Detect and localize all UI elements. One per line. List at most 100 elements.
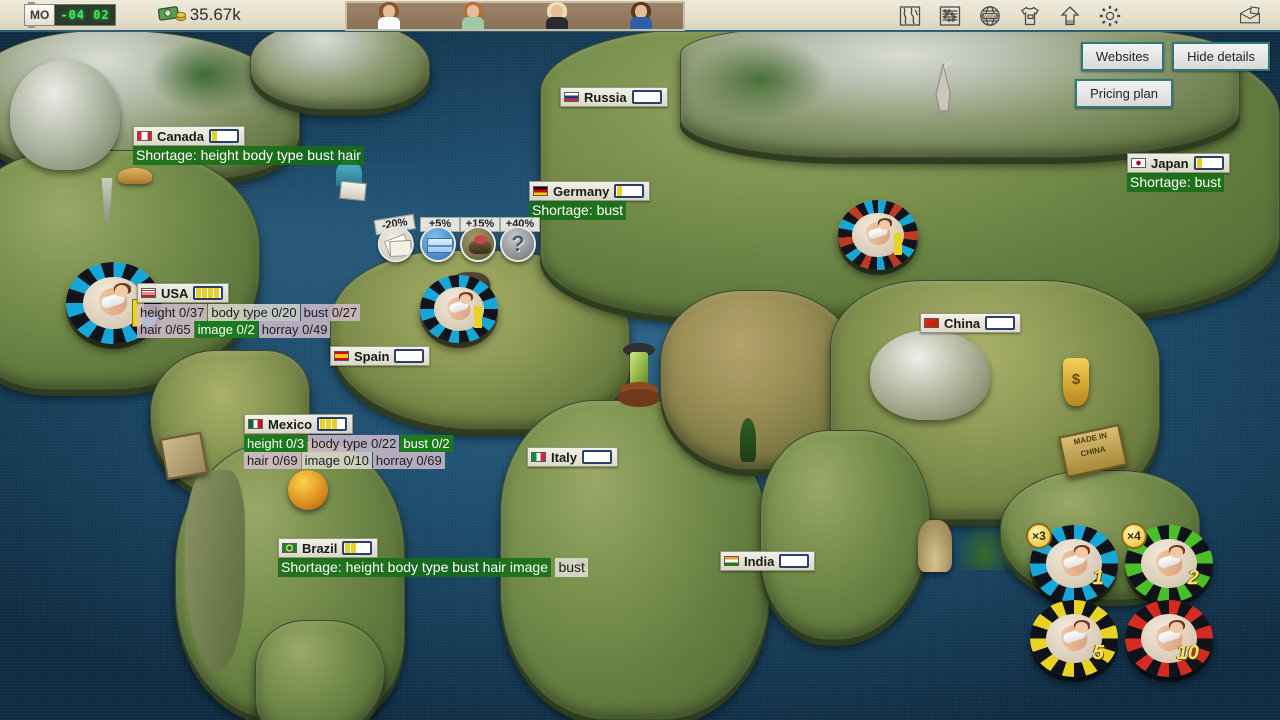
country-name: USA bbox=[161, 285, 189, 301]
country-header[interactable]: Spain bbox=[330, 346, 431, 366]
tray-chip-2[interactable]: 2 ×4 bbox=[1121, 523, 1213, 602]
stat-chip-hair: hair 0/65 bbox=[137, 321, 194, 338]
flag-mx-icon bbox=[248, 419, 263, 429]
progress-segment bbox=[351, 543, 357, 553]
shortage-prefix: Shortage: bbox=[1130, 174, 1191, 190]
tshirt-icon[interactable] bbox=[1018, 4, 1042, 28]
gold-dollar-icon: $ bbox=[1063, 358, 1089, 406]
portrait-outfit bbox=[546, 17, 568, 29]
upgrade-arrow-icon[interactable] bbox=[1058, 4, 1082, 28]
country-name: India bbox=[744, 553, 775, 569]
cash-display: 35.67k bbox=[157, 4, 241, 27]
progress-segment bbox=[653, 92, 658, 102]
demand-progress-bar bbox=[317, 417, 348, 431]
chip-value-marker bbox=[894, 232, 902, 255]
stat-chip-bust: bust 0/27 bbox=[300, 304, 361, 321]
shortage-item: height bbox=[345, 559, 384, 575]
country-germany[interactable]: Germany Shortage: bust bbox=[529, 181, 651, 220]
tray-chip-1[interactable]: 1 ×3 bbox=[1026, 523, 1118, 602]
country-name: Brazil bbox=[302, 540, 338, 556]
map-chip-stack[interactable] bbox=[420, 275, 498, 343]
progress-segment bbox=[635, 92, 640, 102]
progress-segment bbox=[800, 556, 805, 566]
country-header[interactable]: Brazil bbox=[278, 538, 379, 558]
country-china[interactable]: China bbox=[920, 313, 1022, 333]
progress-segment bbox=[1006, 318, 1011, 328]
demand-progress-bar bbox=[614, 184, 645, 198]
country-header[interactable]: USA bbox=[137, 283, 230, 303]
chip-multiplier-badge: ×4 bbox=[1121, 523, 1147, 549]
demand-progress-bar bbox=[1193, 156, 1224, 170]
progress-segment bbox=[1215, 158, 1220, 168]
country-header[interactable]: Russia bbox=[560, 87, 668, 107]
progress-segment bbox=[415, 351, 420, 361]
poker-chip-europe[interactable] bbox=[420, 275, 498, 343]
country-japan[interactable]: Japan Shortage: bust bbox=[1127, 153, 1230, 192]
stat-chip-hair: hair 0/69 bbox=[244, 452, 301, 469]
progress-segment bbox=[603, 452, 608, 462]
abacus-icon[interactable] bbox=[938, 4, 962, 28]
country-italy[interactable]: Italy bbox=[527, 447, 619, 467]
country-spain[interactable]: Spain bbox=[330, 346, 431, 366]
portrait-outfit bbox=[462, 17, 484, 29]
progress-segment bbox=[397, 351, 402, 361]
poker-chip-asia[interactable] bbox=[838, 200, 918, 270]
country-header[interactable]: Canada bbox=[133, 126, 245, 146]
model-portrait-bar[interactable] bbox=[345, 1, 685, 31]
model-2[interactable] bbox=[456, 1, 490, 29]
pricing-plan-button[interactable]: Pricing plan bbox=[1075, 79, 1173, 108]
model-4[interactable] bbox=[624, 1, 658, 29]
country-name: Spain bbox=[354, 348, 390, 364]
month-clock[interactable]: MO -04 02 bbox=[24, 2, 116, 28]
flag-cn-icon bbox=[924, 318, 939, 328]
progress-segment bbox=[641, 92, 646, 102]
shortage-item: bust bbox=[1194, 174, 1222, 190]
country-header[interactable]: Japan bbox=[1127, 153, 1230, 173]
soccer-ball-icon bbox=[288, 470, 328, 510]
tray-chip-5[interactable]: 5 bbox=[1030, 600, 1118, 677]
mountains-rockies bbox=[10, 60, 120, 170]
country-header[interactable]: Mexico bbox=[244, 414, 354, 434]
progress-segment bbox=[994, 318, 999, 328]
bonus-blue-book-icon[interactable]: +5% bbox=[420, 217, 460, 264]
country-mexico[interactable]: Mexico height 0/3 body type 0/22 bust 0/2 ha… bbox=[244, 414, 454, 469]
chip-multiplier-badge: ×3 bbox=[1026, 523, 1052, 549]
shortage-item: bust bbox=[307, 147, 334, 163]
progress-segment bbox=[338, 419, 343, 429]
model-3[interactable] bbox=[540, 1, 574, 29]
hide-details-button[interactable]: Hide details bbox=[1172, 42, 1270, 71]
world-map-icon[interactable] bbox=[898, 4, 922, 28]
map-chip-stack[interactable] bbox=[838, 200, 918, 270]
bonus-question-mark-icon[interactable]: +40%? bbox=[500, 217, 540, 264]
country-header[interactable]: China bbox=[920, 313, 1022, 333]
portrait-outfit bbox=[630, 17, 652, 29]
tray-chip-10[interactable]: 10 bbox=[1125, 600, 1213, 677]
country-header[interactable]: Germany bbox=[529, 181, 651, 201]
country-header[interactable]: Italy bbox=[527, 447, 619, 467]
bonus-bison-icon[interactable]: +15% bbox=[460, 217, 500, 264]
chip-value-label: 5 bbox=[1092, 641, 1104, 664]
blue-book-icon bbox=[420, 226, 456, 262]
demand-progress-bar bbox=[779, 554, 810, 568]
progress-segment bbox=[988, 318, 993, 328]
poker-chip[interactable]: 5 bbox=[1030, 600, 1118, 677]
shortage-item: image bbox=[509, 559, 549, 575]
country-russia[interactable]: Russia bbox=[560, 87, 668, 107]
country-header[interactable]: India bbox=[720, 551, 816, 571]
www-globe-icon[interactable]: WWW bbox=[978, 4, 1002, 28]
demand-progress-bar bbox=[631, 90, 662, 104]
country-usa[interactable]: USA height 0/37 body type 0/20 bust 0/27 hai… bbox=[137, 283, 361, 338]
country-canada[interactable]: Canada Shortage: height body type bust ha… bbox=[133, 126, 364, 165]
shortage-prefix: Shortage: bbox=[281, 559, 342, 575]
forest-patch-siberia bbox=[690, 40, 830, 120]
bonus-papers-icon[interactable]: -20% bbox=[373, 214, 418, 266]
mail-icon[interactable] bbox=[1238, 4, 1262, 28]
websites-button[interactable]: Websites bbox=[1080, 42, 1165, 71]
poker-chip[interactable]: 10 bbox=[1125, 600, 1213, 677]
gear-icon[interactable] bbox=[1098, 4, 1122, 28]
country-brazil[interactable]: Brazil Shortage: height body type bust ha… bbox=[278, 538, 588, 577]
model-1[interactable] bbox=[372, 1, 406, 29]
country-india[interactable]: India bbox=[720, 551, 816, 571]
progress-segment bbox=[218, 131, 223, 141]
progress-segment bbox=[224, 131, 229, 141]
